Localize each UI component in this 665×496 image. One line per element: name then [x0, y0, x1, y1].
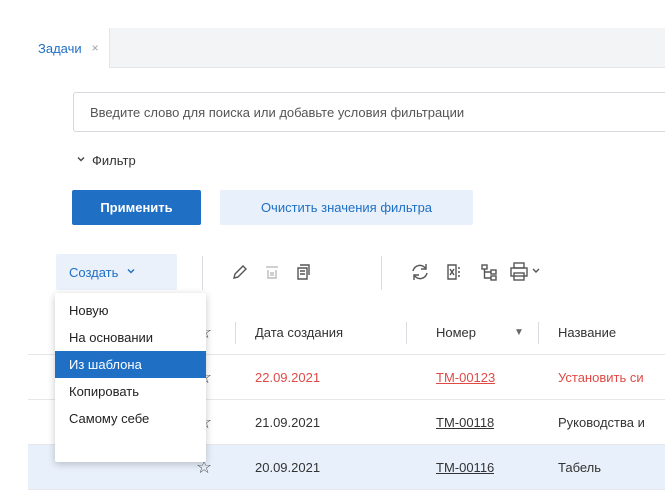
column-divider — [235, 322, 236, 344]
menu-item-from-template[interactable]: Из шаблона — [55, 351, 206, 378]
column-divider — [406, 322, 407, 344]
tab-label[interactable]: Задачи — [38, 41, 82, 56]
column-header-date[interactable]: Дата создания — [255, 310, 343, 354]
search-box[interactable] — [73, 92, 665, 132]
filter-toggle[interactable]: Фильтр — [76, 153, 136, 168]
chevron-down-icon — [76, 154, 86, 167]
menu-item-copy[interactable]: Копировать — [55, 378, 206, 405]
create-button[interactable]: Создать — [56, 254, 177, 290]
cell-number-link[interactable]: ТМ-00123 — [436, 355, 495, 399]
cell-name: Установить си — [558, 369, 644, 385]
tab-tasks[interactable]: Задачи × — [28, 28, 110, 68]
chevron-down-icon — [126, 266, 136, 279]
cell-name: Руководства и — [558, 414, 645, 430]
cell-number-link[interactable]: ТМ-00118 — [436, 400, 494, 444]
toolbar-divider — [381, 256, 382, 290]
sort-down-icon[interactable]: ▼ — [514, 310, 524, 354]
cell-date: 22.09.2021 — [255, 369, 321, 385]
delete-icon[interactable] — [260, 260, 284, 284]
cell-number-link[interactable]: ТМ-00116 — [436, 445, 494, 489]
menu-item-based-on[interactable]: На основании — [55, 324, 206, 351]
cell-name: Табель — [558, 459, 602, 475]
hierarchy-icon[interactable] — [477, 260, 501, 284]
column-header-name[interactable]: Название — [558, 310, 616, 354]
cell-date: 20.09.2021 — [255, 459, 321, 475]
clear-filter-button[interactable]: Очистить значения фильтра — [220, 190, 473, 225]
refresh-icon[interactable] — [408, 260, 432, 284]
cell-date: 21.09.2021 — [255, 414, 321, 430]
menu-item-new[interactable]: Новую — [55, 297, 206, 324]
template-icon[interactable] — [292, 260, 316, 284]
toolbar-divider — [202, 256, 203, 290]
menu-item-to-self[interactable]: Самому себе — [55, 405, 206, 432]
column-divider — [538, 322, 539, 344]
create-label: Создать — [69, 264, 119, 280]
edit-icon[interactable] — [228, 260, 252, 284]
filter-label: Фильтр — [92, 153, 136, 168]
excel-icon[interactable] — [442, 260, 466, 284]
close-icon[interactable]: × — [92, 41, 99, 55]
print-icon[interactable] — [508, 260, 544, 284]
search-input[interactable] — [90, 104, 665, 120]
apply-button[interactable]: Применить — [72, 190, 201, 225]
create-dropdown-menu: Новую На основании Из шаблона Копировать… — [55, 293, 206, 462]
tab-bar: Задачи × — [28, 28, 665, 68]
column-header-number[interactable]: Номер — [436, 310, 476, 354]
